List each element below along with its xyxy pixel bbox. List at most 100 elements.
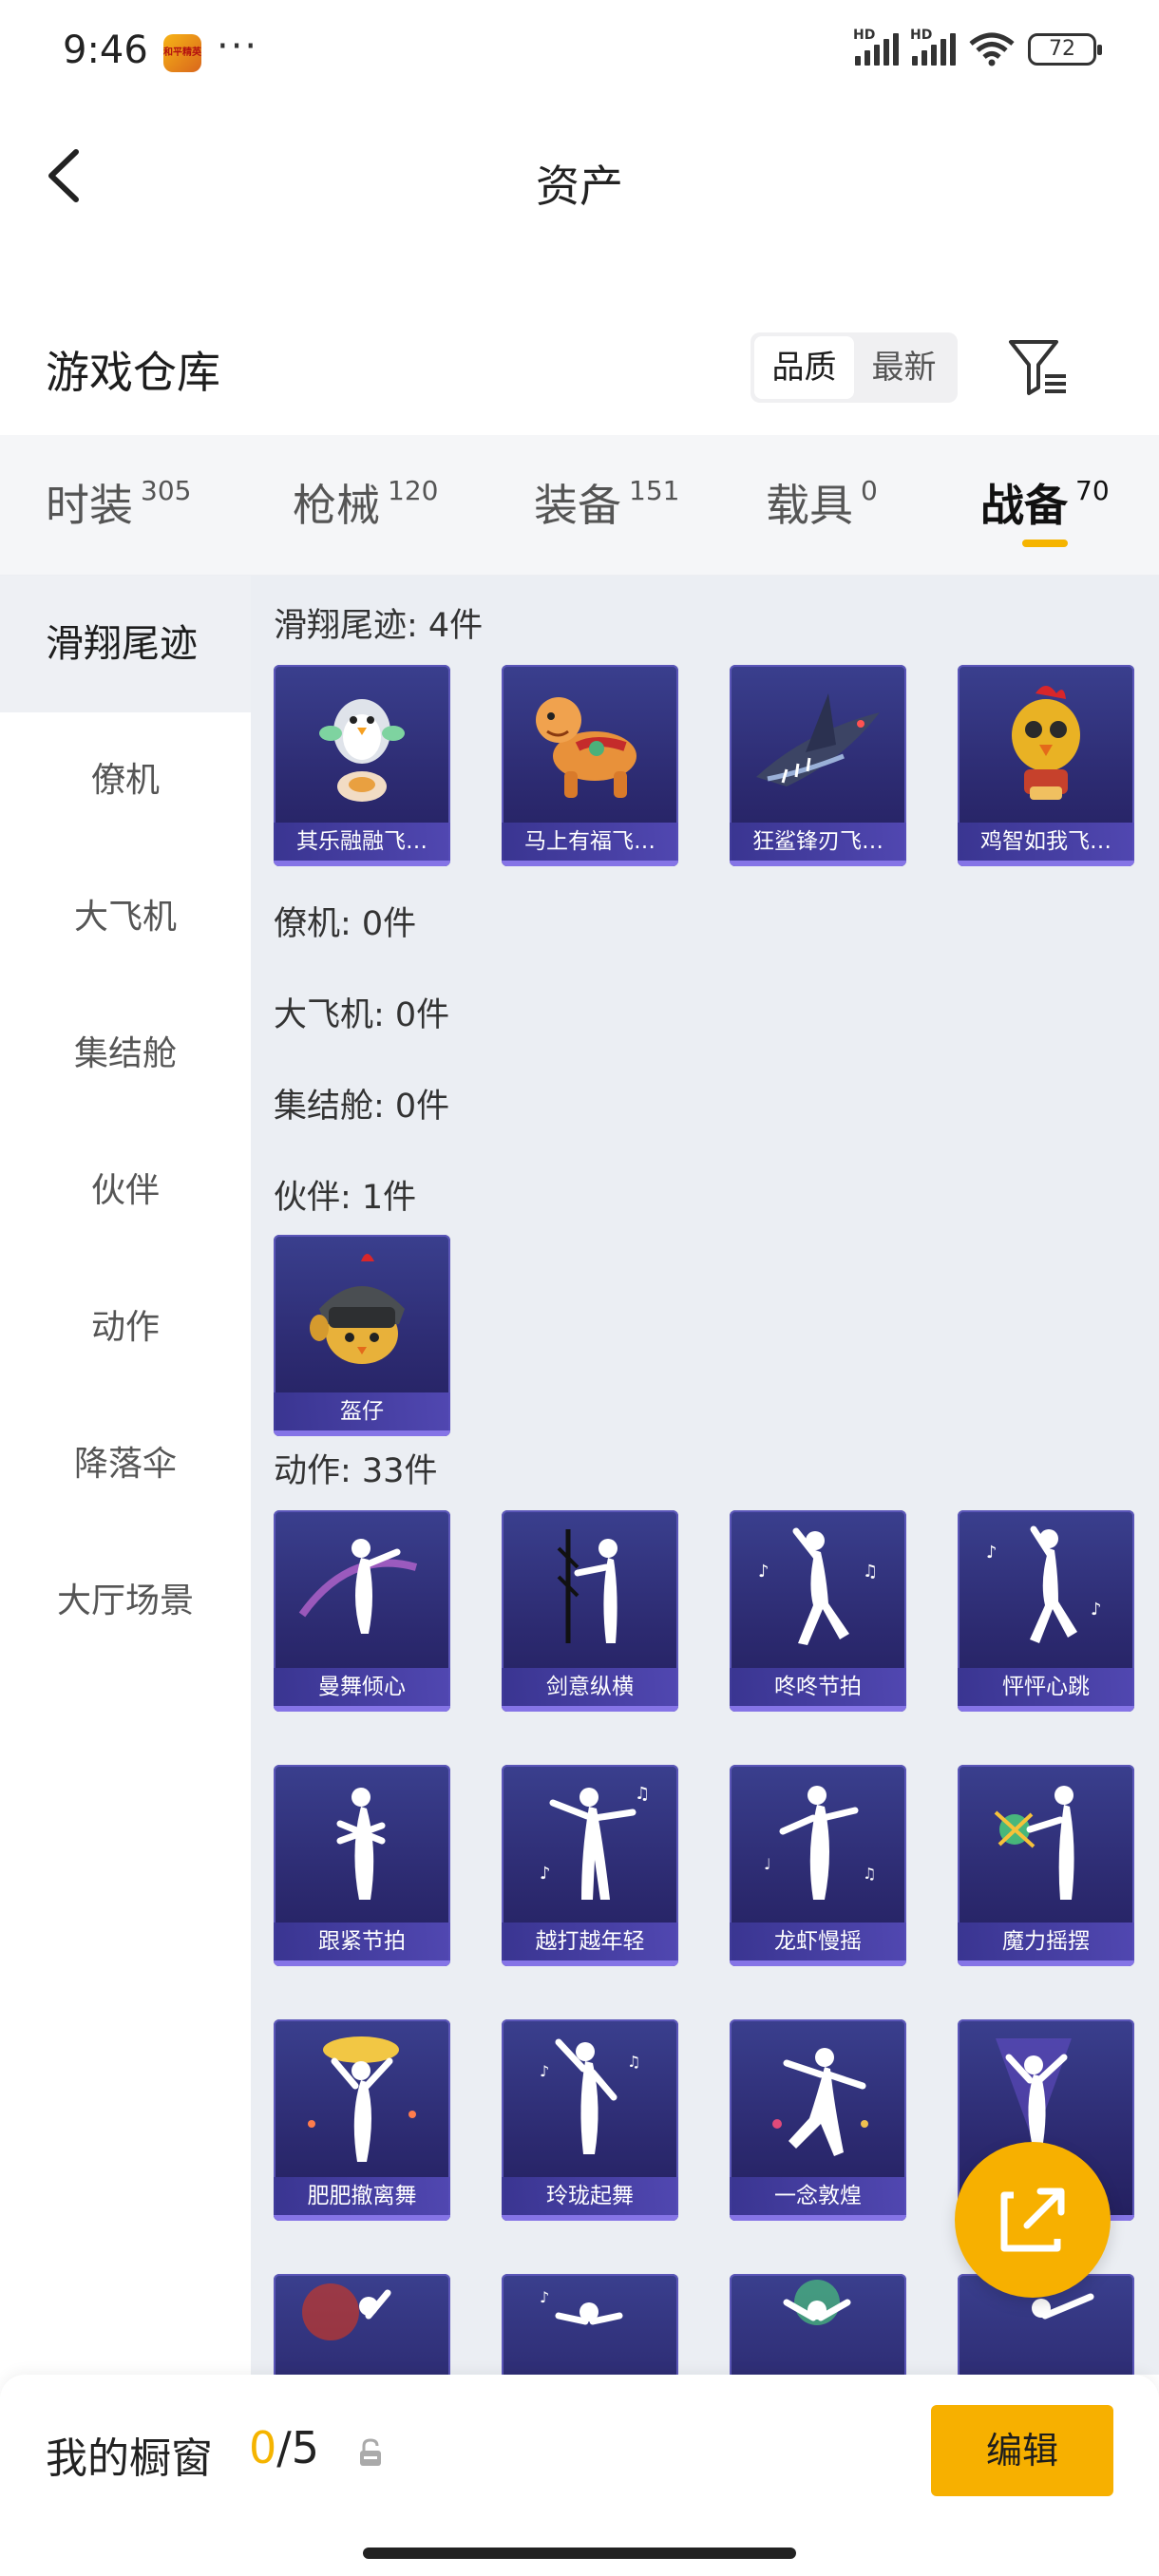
item-name: 马上有福飞… <box>502 823 678 861</box>
tab-war-prep[interactable]: 战备 70 <box>980 471 1110 534</box>
item-name: 剑意纵横 <box>502 1668 678 1706</box>
tab-fashion[interactable]: 时装 305 <box>46 471 191 534</box>
svg-text:♪: ♪ <box>540 2288 549 2306</box>
item-card[interactable]: 肥肥撤离舞 <box>274 2019 450 2221</box>
page-title: 资产 <box>536 161 623 212</box>
item-card[interactable]: ♪ ♫ 玲珑起舞 <box>502 2019 678 2221</box>
item-card[interactable]: ♪ ♪ 怦怦心跳 <box>958 1510 1134 1712</box>
sidebar-item-glide-trail[interactable]: 滑翔尾迹 <box>0 576 251 712</box>
fat-exit-dancer-art <box>308 2036 416 2162</box>
helmet-chick-art <box>310 1254 405 1364</box>
tab-vehicles[interactable]: 载具 0 <box>766 471 878 534</box>
edit-button[interactable]: 编辑 <box>931 2405 1113 2496</box>
magic-sway-dancer-art <box>994 1786 1074 1900</box>
item-name: 狂鲨锋刃飞… <box>730 823 906 861</box>
item-name: 跟紧节拍 <box>274 1923 450 1960</box>
section-title-partner: 伙伴: 1件 <box>274 1179 417 1217</box>
tab-equipment[interactable]: 装备 151 <box>534 471 679 534</box>
item-name: 玲珑起舞 <box>502 2177 678 2215</box>
item-card[interactable] <box>274 2274 450 2375</box>
section-title-glide: 滑翔尾迹: 4件 <box>274 607 484 645</box>
item-card[interactable]: 跟紧节拍 <box>274 1765 450 1966</box>
sidebar: 滑翔尾迹 僚机 大飞机 集结舱 伙伴 动作 降落伞 大厅场景 <box>0 576 251 2375</box>
svg-text:♪: ♪ <box>540 2062 549 2080</box>
showcase-count: 0/5 <box>249 2422 320 2473</box>
sidebar-item-parachute[interactable]: 降落伞 <box>0 1396 251 1533</box>
showcase-bar: 我的橱窗 0/5 编辑 <box>0 2375 1159 2576</box>
sword-dancer-art <box>557 1529 618 1643</box>
sidebar-item-emote[interactable]: 动作 <box>0 1260 251 1396</box>
item-card[interactable]: ♪ <box>502 2274 678 2375</box>
heartbeat-dancer-art: ♪♪ <box>986 1525 1102 1643</box>
item-name: 魔力摇摆 <box>958 1923 1134 1960</box>
game-app-icon: 和平精英 <box>163 34 201 72</box>
sidebar-item-partner[interactable]: 伙伴 <box>0 1123 251 1260</box>
status-time: 9:46 <box>63 28 148 72</box>
tab-guns[interactable]: 枪械 120 <box>293 471 438 534</box>
section-title-emote: 动作: 33件 <box>274 1452 438 1490</box>
dunhuang-dancer-art <box>772 2048 868 2156</box>
item-name: 龙虾慢摇 <box>730 1923 906 1960</box>
lock-icon <box>360 2438 381 2466</box>
section-title-plane: 大飞机: 0件 <box>274 996 450 1034</box>
svg-text:♪: ♪ <box>540 1864 551 1884</box>
signal-1-icon: HD <box>853 28 899 66</box>
item-card[interactable]: ♪ ♫ 咚咚节拍 <box>730 1510 906 1712</box>
item-card[interactable] <box>730 2274 906 2375</box>
item-name: 咚咚节拍 <box>730 1668 906 1706</box>
item-card[interactable]: 魔力摇摆 <box>958 1765 1134 1966</box>
lobster-sway-dancer-art: ♩♫ <box>764 1786 876 1900</box>
share-button[interactable] <box>955 2142 1111 2298</box>
sort-toggle: 品质 最新 <box>750 332 958 403</box>
asset-content: 滑翔尾迹: 4件 其乐融融飞… 马上有福飞… 狂鲨锋刃飞… 鸡智如我飞… 僚机:… <box>251 576 1159 2375</box>
sidebar-item-wingman[interactable]: 僚机 <box>0 712 251 849</box>
wifi-icon <box>969 32 1015 66</box>
sparkle-dancer-art <box>783 2280 851 2325</box>
warehouse-header: 游戏仓库 品质 最新 <box>0 313 1159 427</box>
item-card[interactable]: 曼舞倾心 <box>274 1510 450 1712</box>
graceful-dancer-art: ♪♫ <box>540 2038 640 2154</box>
item-card[interactable]: 一念敦煌 <box>730 2019 906 2221</box>
fire-dancer-art <box>302 2283 391 2340</box>
svg-text:♫: ♫ <box>635 1784 650 1804</box>
item-card[interactable]: 剑意纵横 <box>502 1510 678 1712</box>
category-tabs: 时装 305 枪械 120 装备 151 载具 0 战备 70 <box>0 435 1159 576</box>
music-dancer-art: ♪ <box>540 2288 623 2325</box>
sort-latest-button[interactable]: 最新 <box>854 336 954 399</box>
share-icon <box>1000 2188 1065 2252</box>
svg-text:♩: ♩ <box>764 1855 771 1873</box>
section-title-pod: 集结舱: 0件 <box>274 1088 450 1126</box>
horse-trail-art <box>536 697 636 798</box>
filter-icon[interactable] <box>1007 338 1070 397</box>
section-title-wingman: 僚机: 0件 <box>274 905 417 943</box>
follow-beat-dancer-art <box>336 1788 386 1900</box>
signal-2-icon: HD <box>910 28 956 66</box>
item-name: 怦怦心跳 <box>958 1668 1134 1706</box>
sidebar-item-plane[interactable]: 大飞机 <box>0 849 251 986</box>
item-name: 曼舞倾心 <box>274 1668 450 1706</box>
active-tab-indicator <box>1022 540 1068 547</box>
sidebar-item-pod[interactable]: 集结舱 <box>0 986 251 1123</box>
sort-quality-button[interactable]: 品质 <box>754 336 854 399</box>
top-nav: 资产 <box>0 104 1159 247</box>
item-card[interactable]: 其乐融融飞… <box>274 665 450 866</box>
svg-text:♪: ♪ <box>986 1543 998 1563</box>
svg-text:♪: ♪ <box>1091 1600 1102 1619</box>
item-name: 肥肥撤离舞 <box>274 2177 450 2215</box>
item-card[interactable]: ♪ ♫ 越打越年轻 <box>502 1765 678 1966</box>
item-card[interactable]: 盔仔 <box>274 1235 450 1436</box>
status-bar: 9:46 和平精英 ··· HD HD 72 <box>0 0 1159 104</box>
more-notifications-icon: ··· <box>217 25 259 68</box>
young-dancer-art: ♪♫ <box>540 1784 650 1900</box>
home-indicator[interactable] <box>363 2548 796 2559</box>
warehouse-title: 游戏仓库 <box>46 347 220 398</box>
item-card[interactable]: 鸡智如我飞… <box>958 665 1134 866</box>
svg-text:♫: ♫ <box>863 1562 878 1582</box>
item-name: 越打越年轻 <box>502 1923 678 1960</box>
item-card[interactable]: 马上有福飞… <box>502 665 678 866</box>
item-card[interactable]: ♩ ♫ 龙虾慢摇 <box>730 1765 906 1966</box>
svg-text:♫: ♫ <box>627 2053 640 2071</box>
item-card[interactable]: 狂鲨锋刃飞… <box>730 665 906 866</box>
sidebar-item-lobby-scene[interactable]: 大厅场景 <box>0 1533 251 1670</box>
chicken-trail-art <box>1012 686 1080 800</box>
